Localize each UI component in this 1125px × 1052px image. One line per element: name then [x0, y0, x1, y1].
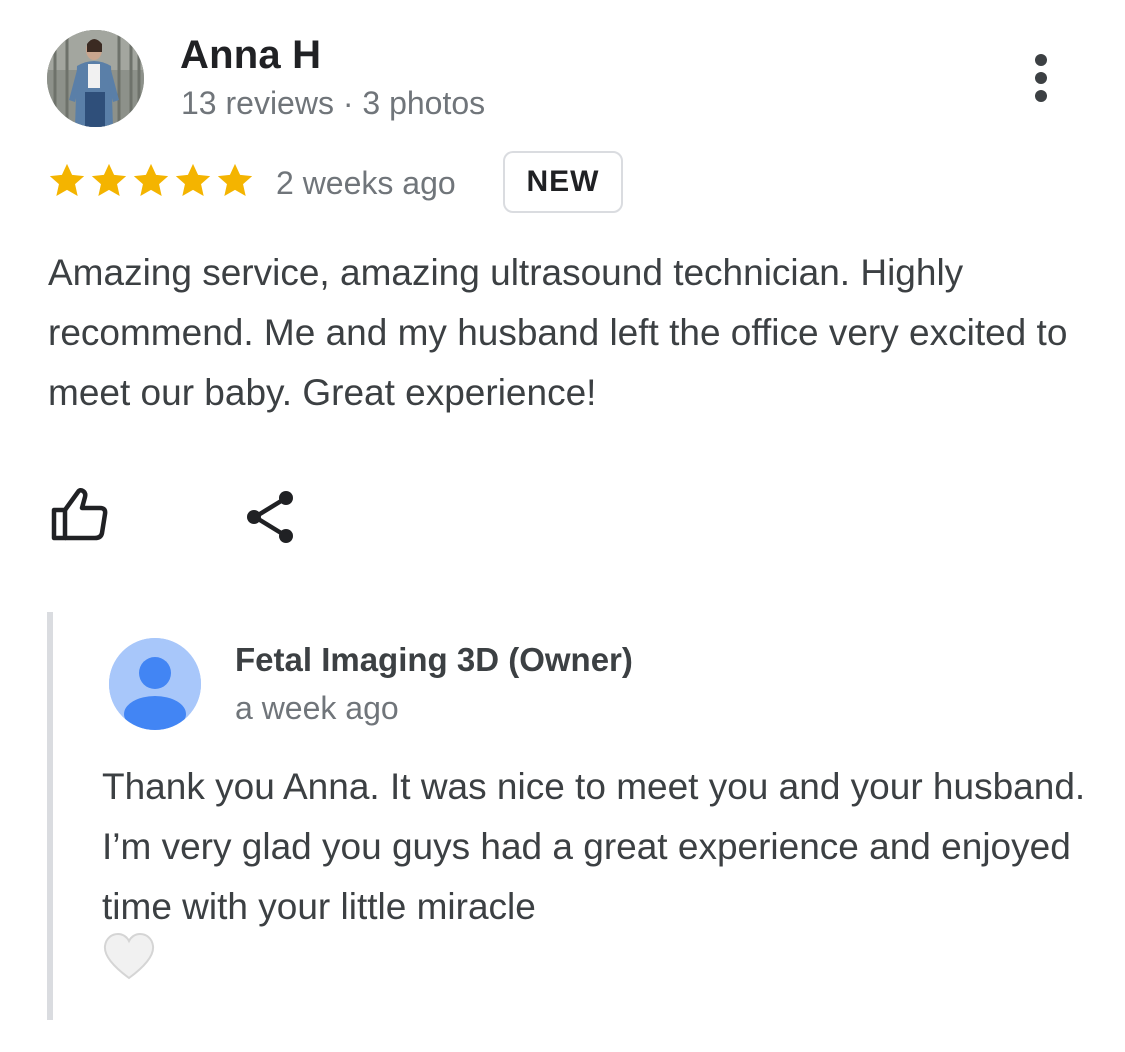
- owner-reply-body: Thank you Anna. It was nice to meet you …: [102, 766, 1086, 927]
- more-vert-icon-dot: [1035, 72, 1047, 84]
- review-card: Anna H 13 reviews · 3 photos 2 weeks ago…: [0, 0, 1125, 1052]
- author-meta[interactable]: 13 reviews · 3 photos: [181, 84, 485, 122]
- star-icon: [175, 163, 211, 197]
- owner-avatar[interactable]: [109, 638, 201, 730]
- thumbs-up-icon: [51, 487, 108, 541]
- review-time: 2 weeks ago: [276, 165, 456, 201]
- more-vert-icon-dot: [1035, 90, 1047, 102]
- star-icon: [133, 163, 169, 197]
- like-button[interactable]: [48, 484, 112, 546]
- share-icon: [247, 491, 293, 543]
- star-icon: [49, 163, 85, 197]
- white-heart-icon: [102, 932, 156, 1000]
- share-button[interactable]: [240, 486, 302, 548]
- author-avatar-photo: [47, 30, 144, 127]
- star-icon: [91, 163, 127, 197]
- owner-reply: Fetal Imaging 3D (Owner) a week ago Than…: [47, 612, 1093, 1020]
- author-avatar[interactable]: [47, 30, 144, 127]
- more-options-button[interactable]: [1020, 50, 1062, 106]
- owner-reply-text: Thank you Anna. It was nice to meet you …: [102, 757, 1092, 1000]
- star-icon: [217, 163, 253, 197]
- default-profile-icon: [109, 638, 201, 730]
- owner-name: Fetal Imaging 3D (Owner): [235, 641, 633, 678]
- owner-reply-time: a week ago: [235, 690, 399, 726]
- author-name[interactable]: Anna H: [180, 32, 321, 78]
- more-vert-icon: [1035, 54, 1047, 66]
- new-badge: NEW: [503, 151, 623, 213]
- review-text: Amazing service, amazing ultrasound tech…: [48, 252, 1068, 413]
- star-rating: [46, 160, 256, 204]
